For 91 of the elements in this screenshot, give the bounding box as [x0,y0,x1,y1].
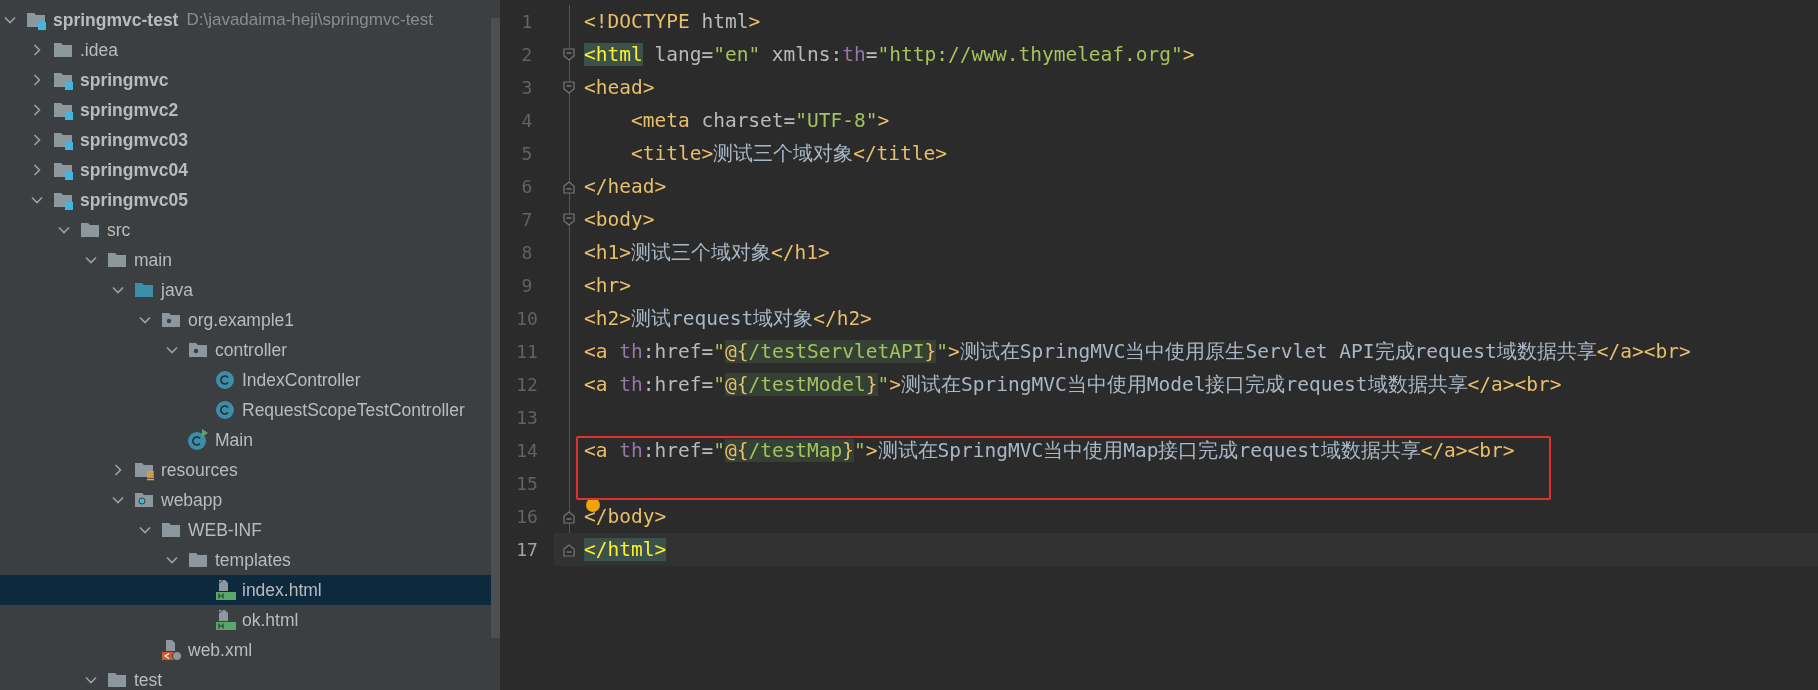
line-number: 10 [515,308,539,329]
item-label: test [134,669,163,690]
tree-item[interactable]: Main [0,425,491,455]
code-line: <a th:href="@{/testModel}">测试在SpringMVC当中使用Model接口完成request域数据共享</a><br> [584,372,1563,398]
item-label: webapp [161,489,223,511]
tree-item[interactable]: controller [0,335,491,365]
line-number: 4 [520,110,534,131]
tree-item[interactable]: springmvc2 [0,95,491,125]
tree-item[interactable]: resources [0,455,491,485]
item-label: ok.html [242,609,299,631]
item-label: src [107,219,131,241]
code-line: <head> [584,76,656,99]
tree-item[interactable]: main [0,245,491,275]
tree-item[interactable]: src [0,215,491,245]
line-number: 17 [515,539,539,560]
item-label: springmvc-test [53,9,179,31]
tree-item[interactable]: IndexController [0,365,491,395]
code-line: <hr> [584,274,632,297]
tree-item[interactable]: org.example1 [0,305,491,335]
fold-marker-icon[interactable] [563,80,575,95]
html-file-icon [214,579,236,601]
class-icon [214,369,236,391]
line-number: 5 [520,143,534,164]
tree-item[interactable]: springmvc03 [0,125,491,155]
line-number: 3 [520,77,534,98]
tree-item[interactable]: test [0,665,491,690]
tree-item[interactable]: templates [0,545,491,575]
line-number: 7 [520,209,534,230]
line-number: 16 [515,506,539,527]
item-label: index.html [242,579,322,601]
tree-item[interactable]: springmvc-test D:\javadaima-heji\springmvc-test [0,5,491,35]
scrollbar-thumb[interactable] [491,18,500,638]
code-line: </body> [584,505,668,528]
line-number: 2 [520,44,534,65]
code-line: </head> [584,175,668,198]
html-file-icon [214,609,236,631]
fold-marker-icon[interactable] [563,47,575,62]
line-number: 1 [520,11,534,32]
code-line: <html lang="en" xmlns:th="http://www.thymeleaf.org"> [584,43,1196,66]
tree-item[interactable]: RequestScopeTestController [0,395,491,425]
line-number: 9 [520,275,534,296]
code-line: <!DOCTYPE html> [584,10,762,33]
fold-marker-icon[interactable] [563,179,575,194]
code-line: <title>测试三个域对象</title> [629,141,949,167]
item-label: resources [161,459,238,481]
item-label: .idea [80,39,118,61]
item-label: controller [215,339,287,361]
tree-item[interactable]: .idea [0,35,491,65]
tree-item[interactable]: webapp [0,485,491,515]
tree-item[interactable]: springmvc04 [0,155,491,185]
item-label: IndexController [242,369,361,391]
line-number: 8 [520,242,534,263]
line-number: 6 [520,176,534,197]
code-line: <h2>测试request域对象</h2> [584,306,873,332]
fold-marker-icon[interactable] [563,542,575,557]
class-icon [214,399,236,421]
tree-item[interactable]: java [0,275,491,305]
tree-item[interactable]: WEB-INF [0,515,491,545]
xml-file-icon [160,639,182,661]
line-number: 13 [515,407,539,428]
item-label: springmvc05 [80,189,188,211]
tree-item[interactable]: springmvc05 [0,185,491,215]
code-line: <h1>测试三个域对象</h1> [584,240,831,266]
item-label: java [161,279,194,301]
item-label: springmvc03 [80,129,188,151]
line-number: 15 [515,473,539,494]
item-label: WEB-INF [188,519,262,541]
code-line: <body> [584,208,656,231]
project-path: D:\javadaima-heji\springmvc-test [186,10,434,30]
item-label: web.xml [188,639,253,661]
main-class-icon [187,429,209,451]
item-label: org.example1 [188,309,295,331]
code-line: <a th:href="@{/testMap}">测试在SpringMVC当中使用Map接口完成request域数据共享</a><br> [584,438,1516,464]
tree-item[interactable]: ok.html [0,605,491,635]
line-number: 12 [515,374,539,395]
item-label: Main [215,429,253,451]
item-label: springmvc2 [80,99,179,121]
item-label: main [134,249,172,271]
item-label: springmvc [80,69,169,91]
fold-marker-icon[interactable] [563,212,575,227]
line-number: 14 [515,440,539,461]
code-line: <meta charset="UTF-8"> [629,109,891,132]
line-number: 11 [515,341,539,362]
item-label: RequestScopeTestController [242,399,465,421]
item-label: templates [215,549,291,571]
tree-item[interactable]: springmvc [0,65,491,95]
fold-marker-icon[interactable] [563,509,575,524]
item-label: springmvc04 [80,159,188,181]
code-line: <a th:href="@{/testServletAPI}">测试在SpringMVC当中使用原生Servlet API完成request域数据共享</a><br> [584,339,1692,365]
tree-item[interactable]: index.html [0,575,491,605]
tree-item[interactable]: web.xml [0,635,491,665]
